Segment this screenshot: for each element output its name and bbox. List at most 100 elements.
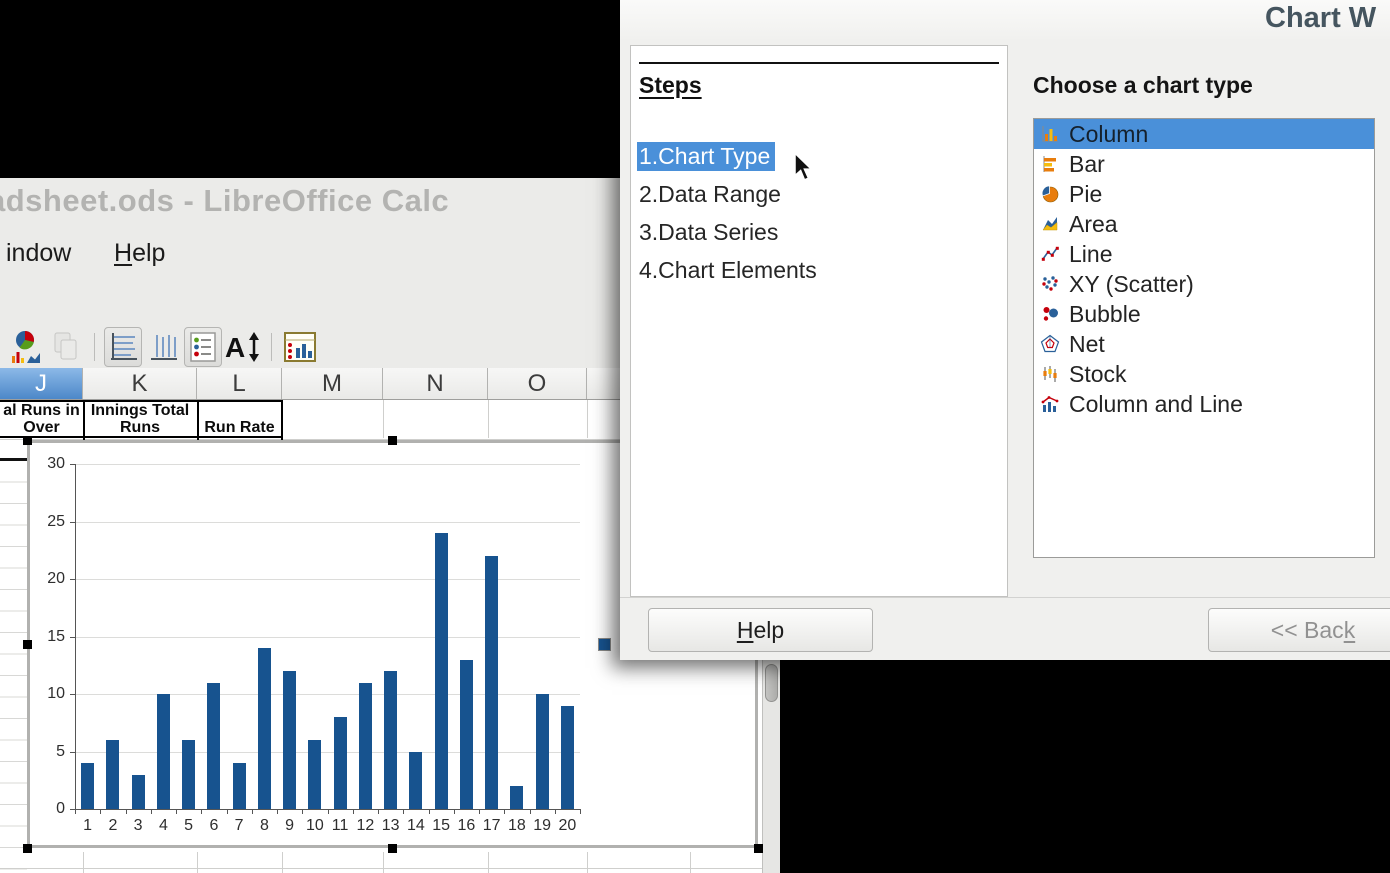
cell-K[interactable]: Innings TotalRuns bbox=[83, 400, 197, 438]
help-button[interactable]: Help bbox=[648, 608, 873, 652]
x-axis-tick bbox=[227, 809, 228, 814]
column-header-M[interactable]: M bbox=[282, 368, 383, 400]
chart-selection-handle[interactable] bbox=[23, 844, 32, 853]
sheet-gridline bbox=[83, 852, 84, 873]
legend-color-marker bbox=[598, 638, 611, 651]
chart-selection-handle[interactable] bbox=[388, 844, 397, 853]
y-axis-line bbox=[75, 464, 76, 809]
x-axis-label: 8 bbox=[251, 817, 277, 835]
toolbar-separator bbox=[94, 333, 95, 361]
dialog-title: Chart W bbox=[1265, 2, 1376, 35]
chart-bar bbox=[485, 556, 498, 809]
x-axis-label: 4 bbox=[150, 817, 176, 835]
chart-type-net[interactable]: Net bbox=[1034, 329, 1374, 359]
chart-selection-handle[interactable] bbox=[754, 844, 763, 853]
chart-bar bbox=[334, 717, 347, 809]
chart-type-column-and-line[interactable]: Column and Line bbox=[1034, 389, 1374, 419]
chart-bar bbox=[409, 752, 422, 810]
y-axis-label: 25 bbox=[33, 513, 65, 531]
cell-gridline bbox=[587, 400, 588, 438]
menu-item-help[interactable]: Help bbox=[108, 230, 171, 276]
chart-bar bbox=[233, 763, 246, 809]
cell-L[interactable]: Run Rate bbox=[197, 400, 282, 438]
x-axis-label: 17 bbox=[479, 817, 505, 835]
back-button[interactable]: << Back bbox=[1208, 608, 1390, 652]
x-axis-label: 20 bbox=[554, 817, 580, 835]
chart-bar bbox=[207, 683, 220, 810]
wizard-step-chart-elements[interactable]: 4.Chart Elements bbox=[637, 256, 822, 285]
steps-separator-line bbox=[639, 62, 999, 64]
x-axis-tick bbox=[429, 809, 430, 814]
column-header-L[interactable]: L bbox=[197, 368, 282, 400]
chart-selection-handle[interactable] bbox=[23, 436, 32, 445]
chart-type-stock[interactable]: Stock bbox=[1034, 359, 1374, 389]
chart-selection-handle[interactable] bbox=[388, 436, 397, 445]
sheet-gridline bbox=[0, 868, 762, 869]
chart-bar bbox=[435, 533, 448, 809]
x-axis-tick bbox=[378, 809, 379, 814]
chart-type-label: Bar bbox=[1069, 151, 1105, 178]
column-header-K[interactable]: K bbox=[83, 368, 197, 400]
chart-type-bar[interactable]: Bar bbox=[1034, 149, 1374, 179]
chart-type-area[interactable]: Area bbox=[1034, 209, 1374, 239]
cell-J[interactable]: al Runs inOver bbox=[0, 400, 83, 438]
steps-panel: Steps 1.Chart Type2.Data Range3.Data Ser… bbox=[630, 45, 1008, 597]
scale-text-icon[interactable]: A bbox=[224, 327, 262, 367]
wizard-step-data-series[interactable]: 3.Data Series bbox=[637, 218, 822, 247]
chart-type-listbox[interactable]: Column Bar Pie Area Line XY (Scatter) Bu… bbox=[1033, 118, 1375, 558]
chart-bar bbox=[258, 648, 271, 809]
chart-type-line[interactable]: Line bbox=[1034, 239, 1374, 269]
x-axis-tick bbox=[479, 809, 480, 814]
column-header-O[interactable]: O bbox=[488, 368, 587, 400]
column-header-J[interactable]: J bbox=[0, 368, 83, 400]
horizontal-grids-icon[interactable] bbox=[104, 327, 142, 367]
toolbar-separator bbox=[271, 333, 272, 361]
x-axis-label: 12 bbox=[352, 817, 378, 835]
chart-type-xy-scatter[interactable]: XY (Scatter) bbox=[1034, 269, 1374, 299]
steps-heading: Steps bbox=[639, 72, 702, 99]
sheet-gridline bbox=[488, 852, 489, 873]
menu-item-indow[interactable]: indow bbox=[0, 230, 77, 276]
vertical-grids-icon[interactable] bbox=[144, 327, 182, 367]
mouse-cursor bbox=[793, 152, 819, 189]
x-axis-label: 15 bbox=[428, 817, 454, 835]
stock-chart-icon bbox=[1040, 364, 1060, 384]
x-axis-tick bbox=[328, 809, 329, 814]
cell-gridline bbox=[488, 400, 489, 438]
chart-bar bbox=[359, 683, 372, 810]
chart-type-pie[interactable]: Pie bbox=[1034, 179, 1374, 209]
x-axis-label: 14 bbox=[403, 817, 429, 835]
x-axis-tick bbox=[75, 809, 76, 814]
chart-bar bbox=[283, 671, 296, 809]
chart-type-label: Bubble bbox=[1069, 301, 1141, 328]
pie-chart-icon bbox=[1040, 184, 1060, 204]
insert-chart-type-icon[interactable] bbox=[7, 327, 45, 367]
sheet-left-column[interactable] bbox=[0, 461, 27, 873]
legend-on-off-icon[interactable] bbox=[184, 327, 222, 367]
y-axis-label: 10 bbox=[33, 685, 65, 703]
x-axis-label: 13 bbox=[378, 817, 404, 835]
y-axis-label: 0 bbox=[33, 800, 65, 818]
x-axis-label: 2 bbox=[100, 817, 126, 835]
line-chart-icon bbox=[1040, 244, 1060, 264]
chart-type-column[interactable]: Column bbox=[1034, 119, 1374, 149]
vertical-scrollbar-thumb[interactable] bbox=[765, 664, 778, 702]
x-axis-label: 11 bbox=[327, 817, 353, 835]
chart-type-label: Column bbox=[1069, 121, 1148, 148]
x-axis-label: 10 bbox=[302, 817, 328, 835]
chart-bar bbox=[182, 740, 195, 809]
chart-bar bbox=[384, 671, 397, 809]
svg-text:A: A bbox=[225, 332, 245, 363]
data-table-icon[interactable] bbox=[281, 327, 319, 367]
x-axis-label: 6 bbox=[201, 817, 227, 835]
chart-selection-handle[interactable] bbox=[23, 640, 32, 649]
chart-type-label: Area bbox=[1069, 211, 1118, 238]
chart-bar bbox=[510, 786, 523, 809]
x-axis-label: 16 bbox=[453, 817, 479, 835]
chart-bar bbox=[157, 694, 170, 809]
chart-type-bubble[interactable]: Bubble bbox=[1034, 299, 1374, 329]
x-axis-tick bbox=[302, 809, 303, 814]
chart-wizard-dialog: Chart W Steps 1.Chart Type2.Data Range3.… bbox=[620, 0, 1390, 660]
chart-bar bbox=[81, 763, 94, 809]
column-header-N[interactable]: N bbox=[383, 368, 488, 400]
